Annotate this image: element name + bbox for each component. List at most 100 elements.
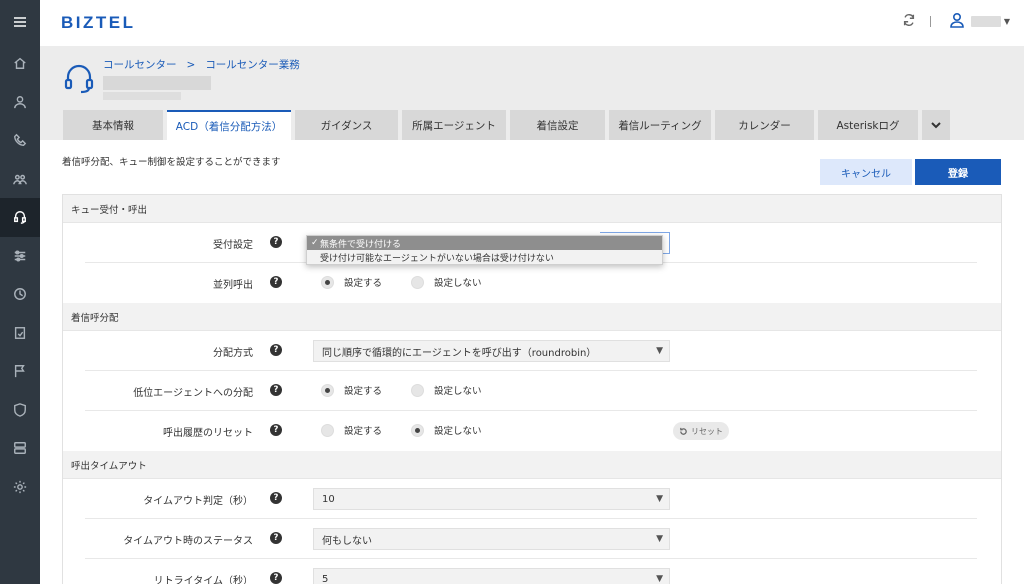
help-icon[interactable]: ?: [270, 384, 282, 396]
sidebar-item-home[interactable]: [0, 44, 40, 83]
tab-agents[interactable]: 所属エージェント: [402, 110, 506, 140]
sidebar-item-callcenter[interactable]: [0, 198, 40, 237]
row-retry-time: リトライタイム（秒） ? 5 ▼: [63, 559, 1001, 584]
gear-icon: [13, 480, 27, 493]
distribution-method-select[interactable]: 同じ順序で循環的にエージェントを呼び出す（roundrobin） ▼: [313, 340, 670, 362]
headset-icon: [62, 62, 96, 99]
select-arrow-icon: ▼: [656, 346, 663, 356]
center-id-redacted: [103, 92, 181, 100]
sidebar-item-history[interactable]: [0, 275, 40, 314]
sidebar-item-server[interactable]: [0, 429, 40, 468]
sidebar-item-flag[interactable]: [0, 352, 40, 391]
parallel-call-option-off[interactable]: 設定しない: [411, 275, 482, 289]
radio-button[interactable]: [321, 423, 334, 437]
radio-button[interactable]: [411, 383, 425, 397]
help-icon[interactable]: ?: [270, 236, 282, 248]
tab-incoming-routing[interactable]: 着信ルーティング: [609, 110, 711, 140]
tab-guidance[interactable]: ガイダンス: [295, 110, 398, 140]
timeout-judge-select[interactable]: 10 ▼: [313, 488, 670, 510]
user-name-redacted[interactable]: [970, 16, 1001, 27]
help-icon[interactable]: ?: [270, 492, 282, 504]
tab-asterisk-log[interactable]: Asteriskログ: [818, 110, 918, 140]
radio-button[interactable]: [411, 275, 425, 289]
help-icon[interactable]: ?: [270, 532, 282, 544]
phone-icon: [14, 134, 27, 147]
page-description: 着信呼分配、キュー制御を設定することができます: [62, 157, 281, 168]
user-menu-button[interactable]: [949, 12, 965, 31]
radio-button[interactable]: [321, 383, 334, 397]
low-priority-option-off[interactable]: 設定しない: [411, 383, 482, 397]
tab-acd[interactable]: ACD（着信分配方法）: [167, 110, 291, 140]
radio-button[interactable]: [411, 423, 425, 437]
distribution-method-label: 分配方式: [213, 347, 253, 359]
tab-calendar[interactable]: カレンダー: [715, 110, 814, 140]
breadcrumb-separator: >: [186, 58, 196, 71]
row-history-reset: 呼出履歴のリセット ? 設定する 設定しない リセット: [63, 411, 1001, 451]
accept-setting-dropdown[interactable]: ✓ 無条件で受け付ける 受け付け可能なエージェントがいない場合は受け付けない: [306, 235, 663, 265]
timeout-judge-label: タイムアウト判定（秒）: [143, 495, 253, 507]
cancel-button[interactable]: キャンセル: [820, 159, 912, 185]
radio-button[interactable]: [321, 275, 334, 289]
parallel-call-option-on[interactable]: 設定する: [321, 275, 382, 289]
help-icon[interactable]: ?: [270, 572, 282, 584]
sidebar-item-phone[interactable]: [0, 121, 40, 160]
reset-icon: [680, 427, 687, 435]
chevron-down-icon: [931, 122, 941, 129]
sidebar-item-gear[interactable]: [0, 468, 40, 507]
refresh-button[interactable]: [902, 13, 916, 30]
sidebar: [0, 0, 40, 584]
app-logo[interactable]: BIZTEL: [61, 13, 136, 33]
dropdown-option-unconditional[interactable]: ✓ 無条件で受け付ける: [307, 236, 662, 250]
register-button[interactable]: 登録: [915, 159, 1001, 185]
low-priority-agent-label: 低位エージェントへの分配: [133, 387, 253, 399]
caret-down-icon[interactable]: ▼: [1004, 17, 1010, 26]
page-header: コールセンター > コールセンター業務 基本情報 ACD（着信分配方法） ガイダ…: [40, 46, 1024, 140]
user-icon: [950, 12, 964, 28]
sidebar-item-security[interactable]: [0, 391, 40, 430]
group-icon: [13, 174, 27, 185]
history-reset-label: 呼出履歴のリセット: [163, 427, 253, 439]
row-low-priority-agent: 低位エージェントへの分配 ? 設定する 設定しない: [63, 371, 1001, 411]
retry-time-label: リトライタイム（秒）: [153, 575, 253, 584]
center-name-redacted: [103, 76, 211, 90]
flag-icon: [14, 365, 25, 378]
parallel-call-label: 並列呼出: [213, 279, 253, 291]
home-icon: [14, 57, 26, 70]
tab-basic-info[interactable]: 基本情報: [63, 110, 163, 140]
server-icon: [14, 442, 26, 455]
retry-time-select[interactable]: 5 ▼: [313, 568, 670, 584]
user-icon: [14, 95, 26, 108]
select-arrow-icon: ▼: [656, 494, 663, 504]
parallel-call-radio-group: 設定する 設定しない: [321, 275, 511, 289]
history-reset-radio-group: 設定する 設定しない: [321, 423, 511, 437]
tab-incoming-settings[interactable]: 着信設定: [510, 110, 605, 140]
main-content: 着信呼分配、キュー制御を設定することができます キャンセル 登録 キュー受付・呼…: [40, 140, 1024, 584]
sidebar-item-user[interactable]: [0, 83, 40, 122]
headset-icon: [14, 211, 26, 225]
sidebar-item-report[interactable]: [0, 314, 40, 353]
timeout-status-select[interactable]: 何もしない ▼: [313, 528, 670, 550]
low-priority-radio-group: 設定する 設定しない: [321, 383, 511, 397]
low-priority-option-on[interactable]: 設定する: [321, 383, 382, 397]
help-icon[interactable]: ?: [270, 276, 282, 288]
reset-button[interactable]: リセット: [673, 422, 729, 440]
row-timeout-status: タイムアウト時のステータス ? 何もしない ▼: [63, 519, 1001, 559]
history-reset-option-off[interactable]: 設定しない: [411, 423, 482, 437]
menu-button[interactable]: [0, 0, 40, 44]
help-icon[interactable]: ?: [270, 344, 282, 356]
dropdown-option-reject-no-agent[interactable]: 受け付け可能なエージェントがいない場合は受け付けない: [307, 250, 662, 264]
sidebar-item-settings-sliders[interactable]: [0, 237, 40, 276]
section-header-timeout: 呼出タイムアウト: [63, 451, 1001, 479]
sidebar-item-group[interactable]: [0, 160, 40, 199]
report-icon: [14, 326, 26, 339]
section-header-distribution: 着信呼分配: [63, 303, 1001, 331]
refresh-icon: [903, 14, 914, 26]
help-icon[interactable]: ?: [270, 424, 282, 436]
tab-bar: 基本情報 ACD（着信分配方法） ガイダンス 所属エージェント 着信設定 着信ル…: [63, 110, 954, 140]
breadcrumb-item-operations[interactable]: コールセンター業務: [205, 57, 300, 72]
breadcrumb-item-callcenter[interactable]: コールセンター: [103, 57, 177, 72]
tab-more-button[interactable]: [922, 110, 950, 140]
history-reset-option-on[interactable]: 設定する: [321, 423, 382, 437]
select-arrow-icon: ▼: [656, 534, 663, 544]
header-divider: [929, 16, 931, 27]
